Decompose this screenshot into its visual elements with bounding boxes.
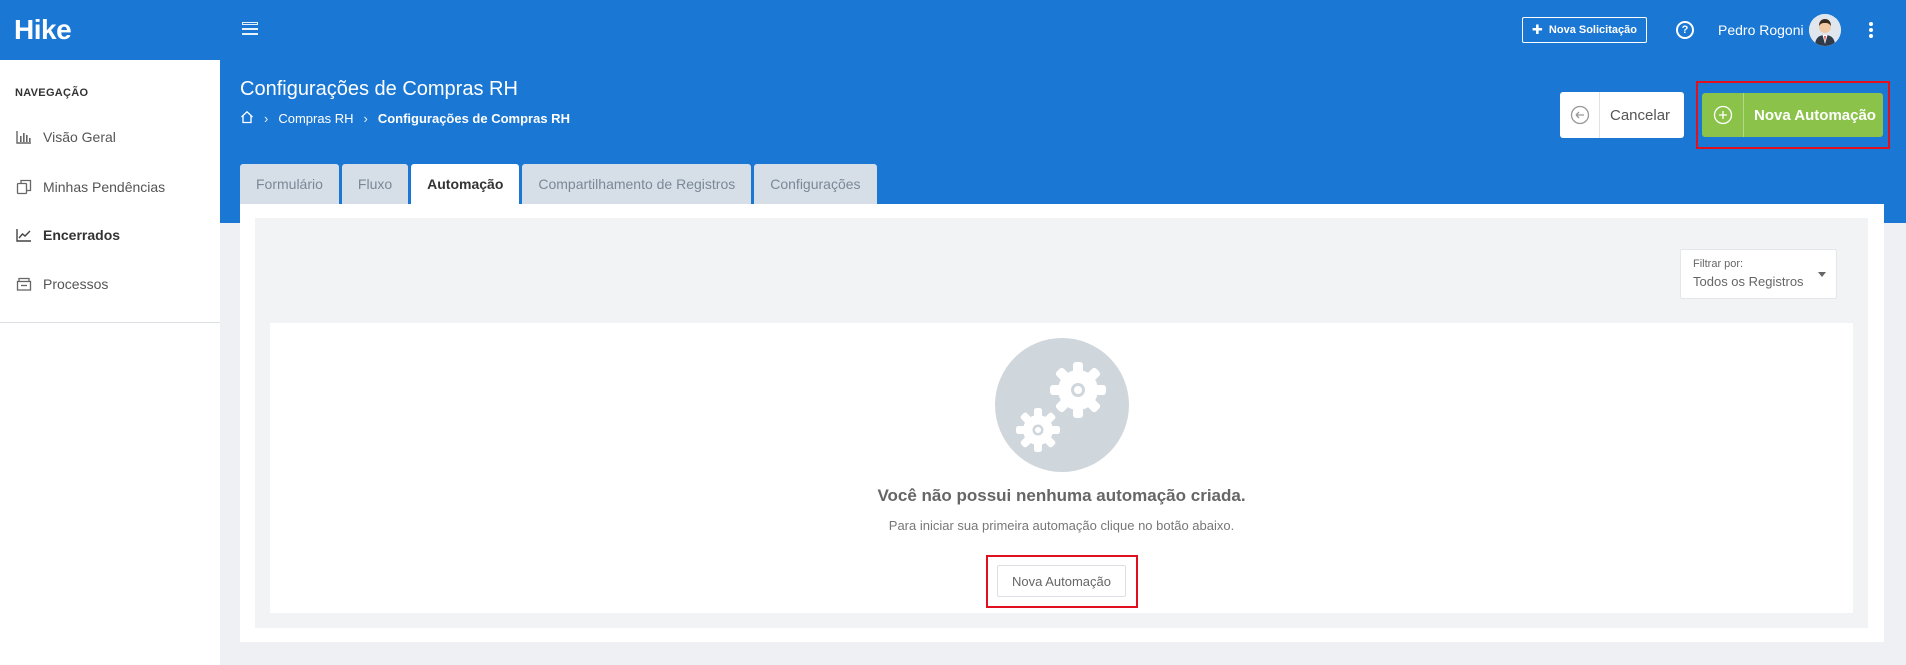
avatar[interactable] bbox=[1809, 14, 1841, 46]
app-logo[interactable]: Hike bbox=[14, 14, 72, 46]
sidebar: NAVEGAÇÃO Visão Geral Minhas Pendências … bbox=[0, 60, 220, 665]
inbox-icon bbox=[15, 276, 33, 292]
new-request-button[interactable]: ✚ Nova Solicitação bbox=[1522, 17, 1647, 43]
sidebar-item-label: Encerrados bbox=[43, 227, 121, 243]
sidebar-item-minhas-pendencias[interactable]: Minhas Pendências bbox=[15, 175, 215, 199]
breadcrumb: › Compras RH › Configurações de Compras … bbox=[240, 110, 570, 127]
gears-icon bbox=[995, 338, 1129, 472]
sidebar-item-label: Visão Geral bbox=[43, 129, 116, 145]
sidebar-item-label: Processos bbox=[43, 276, 109, 292]
more-options-icon[interactable] bbox=[1868, 22, 1874, 40]
back-arrow-icon bbox=[1560, 92, 1600, 138]
tab-fluxo[interactable]: Fluxo bbox=[341, 164, 409, 204]
user-name[interactable]: Pedro Rogoni bbox=[1718, 22, 1804, 38]
plus-circle-icon bbox=[1702, 93, 1744, 137]
filter-select[interactable]: Filtrar por: Todos os Registros bbox=[1680, 249, 1837, 299]
tab-formulario[interactable]: Formulário bbox=[240, 164, 339, 204]
copy-icon bbox=[15, 179, 33, 195]
empty-state-new-automation-button[interactable]: Nova Automação bbox=[997, 565, 1126, 597]
caret-down-icon bbox=[1818, 272, 1826, 277]
page-title: Configurações de Compras RH bbox=[240, 78, 518, 100]
empty-state-title: Você não possui nenhuma automação criada… bbox=[877, 486, 1246, 505]
new-automation-label: Nova Automação bbox=[1754, 106, 1876, 124]
cancel-label: Cancelar bbox=[1610, 106, 1671, 124]
tab-configuracoes[interactable]: Configurações bbox=[754, 164, 877, 204]
filter-value: Todos os Registros bbox=[1693, 274, 1804, 289]
tab-automacao[interactable]: Automação bbox=[411, 164, 520, 204]
sidebar-item-visao-geral[interactable]: Visão Geral bbox=[15, 125, 215, 149]
sidebar-item-processos[interactable]: Processos bbox=[15, 272, 215, 296]
tabs: Formulário Fluxo Automação Compartilhame… bbox=[240, 164, 877, 204]
tab-compartilhamento[interactable]: Compartilhamento de Registros bbox=[522, 164, 752, 204]
new-request-label: Nova Solicitação bbox=[1548, 24, 1637, 36]
sidebar-title: NAVEGAÇÃO bbox=[15, 87, 89, 99]
cancel-button[interactable]: Cancelar bbox=[1560, 92, 1684, 138]
filter-label: Filtrar por: bbox=[1693, 258, 1744, 270]
sidebar-item-encerrados[interactable]: Encerrados bbox=[15, 223, 215, 247]
menu-toggle-icon[interactable] bbox=[242, 22, 258, 38]
home-icon[interactable] bbox=[240, 110, 254, 127]
bar-chart-icon bbox=[15, 129, 33, 145]
chevron-right-icon: › bbox=[264, 111, 269, 126]
new-automation-button[interactable]: Nova Automação bbox=[1702, 93, 1883, 137]
top-bar: Hike ✚ Nova Solicitação ? Pedro Rogoni bbox=[0, 0, 1906, 60]
help-icon[interactable]: ? bbox=[1676, 21, 1694, 39]
plus-icon: ✚ bbox=[1532, 22, 1543, 37]
empty-state-description: Para iniciar sua primeira automação cliq… bbox=[888, 518, 1235, 533]
chevron-right-icon: › bbox=[363, 111, 368, 126]
sidebar-divider bbox=[0, 322, 220, 323]
trend-line-icon bbox=[15, 227, 33, 243]
breadcrumb-item[interactable]: Compras RH bbox=[278, 111, 353, 126]
sidebar-item-label: Minhas Pendências bbox=[43, 179, 166, 195]
breadcrumb-current: Configurações de Compras RH bbox=[377, 111, 570, 126]
